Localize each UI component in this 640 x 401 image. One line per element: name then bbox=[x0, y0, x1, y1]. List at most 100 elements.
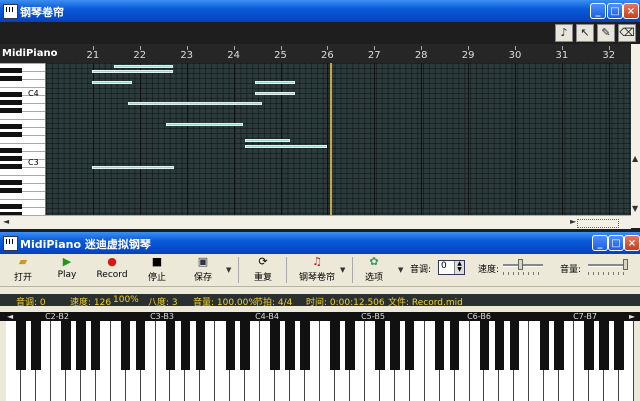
repeat-label: 重复 bbox=[253, 273, 272, 283]
black-key[interactable] bbox=[0, 148, 22, 153]
black-key[interactable] bbox=[0, 68, 22, 73]
black-key[interactable] bbox=[539, 321, 550, 370]
black-key[interactable] bbox=[0, 164, 22, 169]
black-key[interactable] bbox=[31, 321, 41, 370]
speaker-icon[interactable]: ♪ bbox=[555, 24, 573, 42]
black-key[interactable] bbox=[61, 321, 71, 370]
black-key[interactable] bbox=[16, 321, 26, 370]
black-key[interactable] bbox=[375, 321, 385, 370]
black-key[interactable] bbox=[165, 321, 176, 370]
black-key[interactable] bbox=[0, 76, 22, 81]
black-key[interactable] bbox=[0, 156, 22, 161]
midi-note[interactable] bbox=[245, 139, 290, 143]
black-key[interactable] bbox=[0, 124, 22, 129]
maximize-button[interactable]: □ bbox=[608, 235, 624, 251]
pencil-icon[interactable]: ✎ bbox=[597, 24, 615, 42]
options-button[interactable]: ✿ 选项 bbox=[360, 256, 388, 284]
black-key[interactable] bbox=[120, 321, 131, 370]
horizontal-scrollbar[interactable]: ◄ ► bbox=[0, 215, 631, 229]
black-key[interactable] bbox=[345, 321, 355, 370]
options-dropdown-icon[interactable]: ▼ bbox=[398, 266, 403, 274]
repeat-button[interactable]: ⟳ 重复 bbox=[248, 256, 278, 284]
minimize-button[interactable]: _ bbox=[592, 235, 608, 251]
black-key[interactable] bbox=[90, 321, 101, 370]
eraser-icon[interactable]: ⌫ bbox=[618, 24, 636, 42]
midi-note[interactable] bbox=[128, 102, 262, 106]
black-key[interactable] bbox=[180, 321, 191, 370]
scroll-right-icon[interactable]: ► bbox=[570, 217, 576, 226]
save-button[interactable]: ▣ 保存 bbox=[186, 256, 220, 284]
black-key[interactable] bbox=[509, 321, 520, 370]
midi-note[interactable] bbox=[245, 144, 328, 148]
black-key[interactable] bbox=[434, 321, 445, 370]
window-title: MidiPiano 迷迪虚拟钢琴 bbox=[20, 238, 151, 251]
black-key[interactable] bbox=[0, 204, 22, 209]
stop-button[interactable]: ■ 停止 bbox=[142, 256, 172, 284]
note-grid[interactable] bbox=[46, 63, 631, 215]
speed-slider-thumb[interactable] bbox=[518, 259, 523, 270]
black-key[interactable] bbox=[330, 321, 340, 370]
piano-roll-button[interactable]: ♫ 钢琴卷帘 bbox=[292, 256, 342, 284]
black-key[interactable] bbox=[0, 132, 22, 137]
scroll-down-icon[interactable]: ▼ bbox=[632, 204, 638, 213]
black-key[interactable] bbox=[285, 321, 295, 370]
open-button[interactable]: ▰ 打开 bbox=[8, 256, 38, 284]
zoom-slider[interactable] bbox=[577, 219, 619, 228]
black-key[interactable] bbox=[0, 108, 22, 113]
maximize-button[interactable]: □ bbox=[607, 3, 623, 19]
vertical-keyboard[interactable]: C4 C3 bbox=[0, 63, 46, 215]
midi-note[interactable] bbox=[114, 65, 173, 68]
minimize-button[interactable]: _ bbox=[590, 3, 606, 19]
key-label-c3: C3 bbox=[28, 158, 39, 167]
white-key-divider bbox=[0, 175, 45, 176]
black-key[interactable] bbox=[479, 321, 490, 370]
close-button[interactable]: × bbox=[623, 3, 639, 19]
midi-note[interactable] bbox=[165, 123, 243, 127]
octave-right-icon[interactable]: ► bbox=[629, 312, 635, 321]
playhead[interactable] bbox=[329, 63, 332, 215]
timeline-ruler[interactable]: MidiPiano 21 22 23 24 25 26 27 28 29 30 31 32 bbox=[0, 44, 631, 63]
play-button[interactable]: ▶ Play bbox=[52, 256, 82, 284]
black-key[interactable] bbox=[404, 321, 415, 370]
vertical-scrollbar[interactable]: ▲ ▼ bbox=[631, 44, 640, 228]
piano-keyboard[interactable] bbox=[6, 321, 634, 401]
black-key[interactable] bbox=[584, 321, 594, 370]
black-key[interactable] bbox=[75, 321, 86, 370]
volume-slider[interactable] bbox=[588, 259, 628, 270]
octave-left-icon[interactable]: ◄ bbox=[7, 312, 13, 321]
black-key[interactable] bbox=[270, 321, 280, 370]
save-dropdown-icon[interactable]: ▼ bbox=[226, 266, 231, 274]
black-key[interactable] bbox=[300, 321, 310, 370]
black-key[interactable] bbox=[0, 180, 22, 185]
speed-slider[interactable] bbox=[503, 259, 543, 270]
black-key[interactable] bbox=[389, 321, 400, 370]
ruler-tick bbox=[92, 46, 94, 50]
roll-dropdown-icon[interactable]: ▼ bbox=[340, 266, 345, 274]
pitch-stepper[interactable]: 0 ▲ ▼ bbox=[438, 260, 465, 275]
black-key[interactable] bbox=[0, 188, 22, 193]
black-key[interactable] bbox=[0, 100, 22, 105]
black-key[interactable] bbox=[225, 321, 236, 370]
black-key[interactable] bbox=[599, 321, 609, 370]
pointer-icon[interactable]: ↖ bbox=[576, 24, 594, 42]
midi-note[interactable] bbox=[254, 80, 295, 84]
black-key[interactable] bbox=[449, 321, 460, 370]
record-button[interactable]: ● Record bbox=[95, 256, 129, 284]
stepper-arrows-icon[interactable]: ▲ ▼ bbox=[454, 261, 464, 274]
black-key[interactable] bbox=[614, 321, 624, 370]
black-key[interactable] bbox=[0, 92, 22, 97]
midi-note[interactable] bbox=[91, 165, 175, 169]
midi-note[interactable] bbox=[91, 80, 132, 84]
scroll-left-icon[interactable]: ◄ bbox=[3, 217, 9, 226]
black-key[interactable] bbox=[494, 321, 505, 370]
black-key[interactable] bbox=[554, 321, 565, 370]
midi-note[interactable] bbox=[114, 70, 173, 74]
black-key[interactable] bbox=[195, 321, 206, 370]
ruler-tick bbox=[561, 46, 563, 50]
black-key[interactable] bbox=[135, 321, 146, 370]
close-button[interactable]: × bbox=[624, 235, 640, 251]
scroll-up-icon[interactable]: ▲ bbox=[632, 154, 638, 163]
volume-slider-thumb[interactable] bbox=[623, 259, 628, 270]
black-key[interactable] bbox=[240, 321, 251, 370]
midi-note[interactable] bbox=[254, 91, 295, 95]
